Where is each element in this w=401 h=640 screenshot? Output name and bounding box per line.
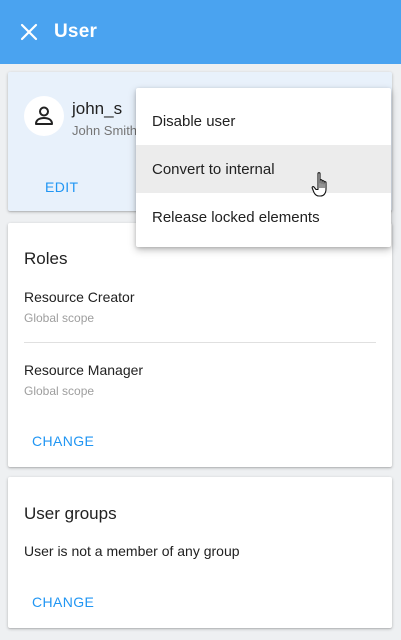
change-roles-button[interactable]: CHANGE (32, 433, 94, 449)
close-button[interactable] (18, 21, 40, 43)
role-name: Resource Creator (24, 289, 135, 305)
role-scope: Global scope (24, 384, 95, 398)
person-icon (35, 106, 53, 125)
menu-item-convert-to-internal[interactable]: Convert to internal (136, 145, 391, 193)
app-bar: User (0, 0, 401, 64)
user-groups-title: User groups (24, 504, 117, 523)
menu-item-release-locked-elements[interactable]: Release locked elements (136, 193, 391, 241)
role-name: Resource Manager (24, 362, 144, 378)
avatar (24, 96, 64, 136)
user-full-name: John Smith (72, 123, 138, 138)
roles-card: Roles Resource Creator Global scope Reso… (8, 223, 392, 467)
user-groups-card: User groups User is not a member of any … (8, 477, 392, 628)
edit-button[interactable]: EDIT (45, 179, 79, 195)
no-groups-message: User is not a member of any group (24, 543, 240, 559)
menu-item-disable-user[interactable]: Disable user (136, 97, 391, 145)
divider (24, 342, 376, 343)
user-actions-menu: Disable user Convert to internal Release… (136, 88, 391, 247)
role-scope: Global scope (24, 311, 95, 325)
close-icon (20, 23, 38, 41)
username: john_s (72, 99, 123, 118)
change-groups-button[interactable]: CHANGE (32, 594, 94, 610)
page-title: User (54, 21, 98, 42)
roles-title: Roles (24, 249, 68, 268)
